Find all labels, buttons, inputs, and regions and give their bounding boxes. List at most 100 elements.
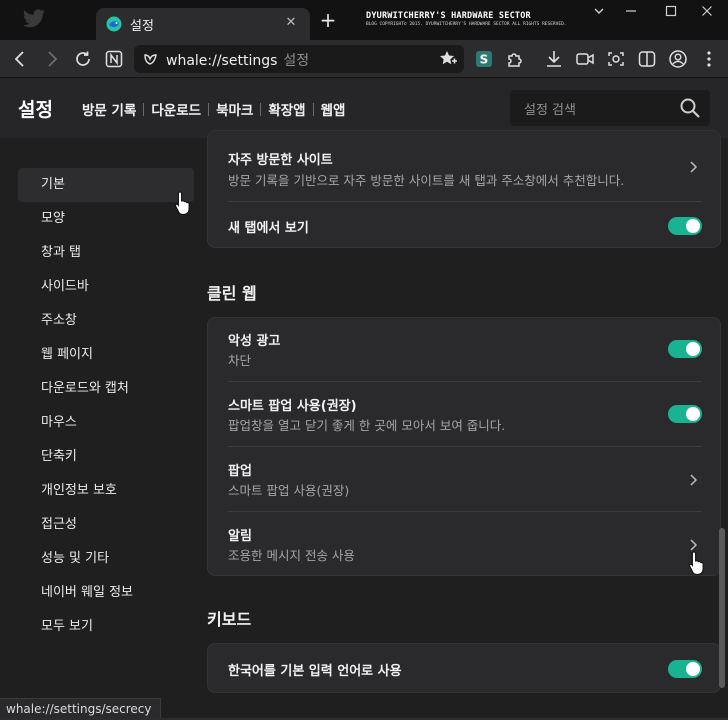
- nav-separator: [312, 102, 314, 116]
- page-title: 설정: [18, 99, 53, 121]
- row-subtitle: 차단: [228, 353, 252, 368]
- capture-icon[interactable]: [605, 48, 627, 70]
- forward-icon[interactable]: [41, 48, 63, 70]
- back-icon[interactable]: [9, 48, 31, 70]
- section-title-keyboard: 키보드: [207, 610, 252, 629]
- nav-extensions[interactable]: 확장앱: [268, 99, 305, 119]
- row-title: 자주 방문한 사이트: [228, 153, 333, 168]
- sidebar-item-basic[interactable]: 기본: [18, 168, 194, 202]
- row-title: 한국어를 기본 입력 언어로 사용: [228, 664, 402, 679]
- page-scrollbar[interactable]: [718, 138, 728, 698]
- row-subtitle: 팝업창을 열고 닫기 좋게 한 곳에 모아서 보여 줍니다.: [228, 418, 506, 433]
- profile-icon[interactable]: [667, 48, 689, 70]
- download-icon[interactable]: [543, 48, 565, 70]
- omni-whale-icon: [142, 50, 160, 68]
- row-malicious-ads: 악성 광고 차단: [228, 330, 702, 372]
- svg-text:S: S: [480, 53, 489, 67]
- nav-bookmarks[interactable]: 북마크: [216, 99, 253, 119]
- address-bar[interactable]: whale://settings 설정: [134, 45, 464, 73]
- video-icon[interactable]: [574, 48, 596, 70]
- settings-main: 자주 방문한 사이트 방문 기록을 기반으로 자주 방문한 사이트를 새 탭과 …: [200, 130, 728, 698]
- hand-cursor-icon: [174, 190, 194, 216]
- sidebar-item-about[interactable]: 네이버 웨일 정보: [18, 576, 194, 610]
- scroll-thumb[interactable]: [719, 528, 725, 688]
- row-title: 스마트 팝업 사용(권장): [228, 399, 357, 414]
- row-korean-default-input: 한국어를 기본 입력 언어로 사용: [228, 658, 702, 680]
- hand-cursor-icon: [688, 550, 708, 576]
- row-notifications[interactable]: 알림 조용한 메시지 전송 사용: [228, 525, 702, 567]
- minimize-icon[interactable]: [618, 4, 644, 24]
- sidebar-item-mouse[interactable]: 마우스: [18, 406, 194, 440]
- sidebar-item-show-all[interactable]: 모두 보기: [18, 610, 194, 644]
- card-new-tab: 자주 방문한 사이트 방문 기록을 기반으로 자주 방문한 사이트를 새 탭과 …: [207, 130, 721, 248]
- sidebar-item-shortcuts[interactable]: 단축키: [18, 440, 194, 474]
- row-subtitle: 조용한 메시지 전송 사용: [228, 548, 355, 563]
- search-placeholder: 설정 검색: [524, 103, 576, 118]
- title-bar: 설정 ✕ + DYURWITCHERRY'S HARDWARE SECTOR B…: [0, 0, 728, 40]
- card-clean-web: 악성 광고 차단 스마트 팝업 사용(권장) 팝업창을 열고 닫기 좋게 한 곳…: [207, 317, 721, 576]
- chevron-down-icon[interactable]: [586, 4, 612, 24]
- close-icon[interactable]: ✕: [282, 14, 300, 32]
- sidebar-item-appearance[interactable]: 모양: [18, 202, 194, 236]
- nav-webapps[interactable]: 웹앱: [321, 99, 346, 119]
- sidebar-split-icon[interactable]: [636, 48, 658, 70]
- divider: [228, 201, 702, 202]
- sidebar-item-accessibility[interactable]: 접근성: [18, 508, 194, 542]
- divider: [228, 381, 702, 382]
- sidebar-item-web-page[interactable]: 웹 페이지: [18, 338, 194, 372]
- settings-header: 설정 방문 기록 다운로드 북마크 확장앱 웹앱 설정 검색: [0, 78, 728, 138]
- browser-toolbar: whale://settings 설정 S: [0, 40, 728, 78]
- toggle-switch[interactable]: [668, 405, 702, 423]
- nav-history[interactable]: 방문 기록: [82, 99, 136, 119]
- chevron-right-icon[interactable]: [688, 159, 700, 173]
- sidebar-item-windows-tabs[interactable]: 창과 탭: [18, 236, 194, 270]
- card-keyboard: 한국어를 기본 입력 언어로 사용: [207, 643, 721, 693]
- sidebar-item-sidebar[interactable]: 사이드바: [18, 270, 194, 304]
- divider: [228, 446, 702, 447]
- menu-more-icon[interactable]: [698, 48, 720, 70]
- naver-n-icon[interactable]: [103, 48, 125, 70]
- sidebar-item-performance[interactable]: 성능 및 기타: [18, 542, 194, 576]
- toggle-switch[interactable]: [668, 217, 702, 235]
- row-title: 새 탭에서 보기: [228, 221, 309, 236]
- chevron-right-icon[interactable]: [688, 537, 700, 551]
- sidebar-item-address-bar[interactable]: 주소창: [18, 304, 194, 338]
- row-subtitle: 방문 기록을 기반으로 자주 방문한 사이트를 새 탭과 주소창에서 추천합니다…: [228, 173, 625, 188]
- row-subtitle: 스마트 팝업 사용(권장): [228, 483, 350, 498]
- header-nav: 방문 기록 다운로드 북마크 확장앱 웹앱: [82, 99, 345, 119]
- status-bar-url: whale://settings/secrecy: [0, 698, 161, 720]
- new-tab-button[interactable]: +: [318, 10, 338, 30]
- nav-downloads[interactable]: 다운로드: [151, 99, 201, 119]
- section-title-clean-web: 클린 웹: [207, 284, 257, 303]
- toggle-switch[interactable]: [668, 660, 702, 678]
- toggle-switch[interactable]: [668, 340, 702, 358]
- row-frequent-sites[interactable]: 자주 방문한 사이트 방문 기록을 기반으로 자주 방문한 사이트를 새 탭과 …: [228, 149, 702, 195]
- divider: [228, 511, 702, 512]
- url-hint: 설정: [283, 53, 310, 69]
- extension-s-icon[interactable]: S: [473, 48, 495, 70]
- sidebar-item-download-capture[interactable]: 다운로드와 캡처: [18, 372, 194, 406]
- puzzle-icon[interactable]: [504, 48, 526, 70]
- favorite-icon[interactable]: [438, 49, 458, 69]
- row-popup[interactable]: 팝업 스마트 팝업 사용(권장): [228, 460, 702, 502]
- chevron-right-icon[interactable]: [688, 472, 700, 486]
- watermark-title: DYURWITCHERRY'S HARDWARE SECTOR: [366, 11, 531, 21]
- nav-separator: [143, 102, 145, 116]
- settings-search-input[interactable]: 설정 검색: [510, 90, 710, 126]
- sidebar-item-privacy[interactable]: 개인정보 보호: [18, 474, 194, 508]
- row-show-in-new-tab: 새 탭에서 보기: [228, 211, 702, 241]
- watermark: DYURWITCHERRY'S HARDWARE SECTOR BLOG COP…: [366, 11, 566, 27]
- url-text: whale://settings 설정: [166, 50, 309, 70]
- settings-sidebar: 기본 모양 창과 탭 사이드바 주소창 웹 페이지 다운로드와 캡처 마우스 단…: [0, 138, 200, 698]
- search-icon[interactable]: [678, 96, 702, 120]
- whale-logo-icon: [106, 16, 122, 32]
- active-tab[interactable]: 설정 ✕: [96, 8, 310, 40]
- close-window-icon[interactable]: [694, 4, 720, 24]
- maximize-icon[interactable]: [658, 4, 684, 24]
- tab-title: 설정: [130, 19, 154, 34]
- url-value: whale://settings: [166, 53, 278, 69]
- reload-icon[interactable]: [72, 48, 94, 70]
- row-title: 악성 광고: [228, 334, 281, 349]
- nav-separator: [208, 102, 210, 116]
- bird-icon: [22, 9, 46, 29]
